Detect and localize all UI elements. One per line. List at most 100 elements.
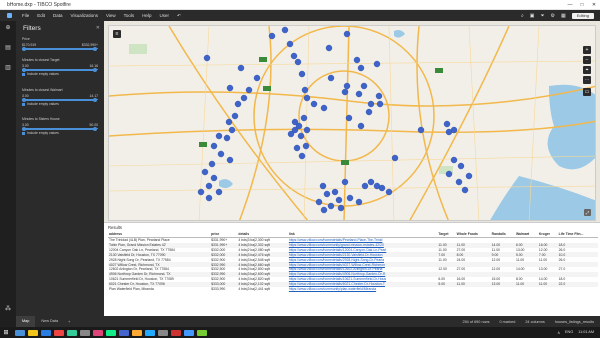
property-point[interactable] <box>215 132 223 140</box>
taskbar-app-icon[interactable] <box>106 329 116 336</box>
property-point[interactable] <box>375 92 383 100</box>
property-point[interactable] <box>355 90 363 98</box>
taskbar-app-icon[interactable] <box>15 329 25 336</box>
add-icon[interactable]: ⊕ <box>4 25 12 31</box>
property-point[interactable] <box>291 126 299 134</box>
property-point[interactable] <box>346 194 354 202</box>
property-point[interactable] <box>301 86 309 94</box>
files-icon[interactable]: ▤ <box>4 45 12 51</box>
property-point[interactable] <box>290 52 298 60</box>
menu-file[interactable]: File <box>22 13 29 18</box>
property-point[interactable] <box>208 160 216 168</box>
maximize-button[interactable]: □ <box>576 2 588 8</box>
data-table-name[interactable]: houses_listings_results <box>555 320 594 324</box>
property-point[interactable] <box>294 58 302 66</box>
property-point[interactable] <box>361 182 369 190</box>
layers-icon[interactable]: ≡ <box>113 30 121 38</box>
property-point[interactable] <box>310 100 318 108</box>
property-point[interactable] <box>335 196 343 204</box>
taskbar-app-icon[interactable] <box>67 329 77 336</box>
property-point[interactable] <box>337 204 345 212</box>
property-point[interactable] <box>237 64 245 72</box>
property-point[interactable] <box>461 186 469 194</box>
tab-map[interactable]: Map <box>16 316 36 327</box>
property-point[interactable] <box>286 40 294 48</box>
property-point[interactable] <box>360 82 368 90</box>
property-point[interactable] <box>341 178 349 186</box>
map-svg[interactable] <box>109 26 596 221</box>
selection-tool-button[interactable]: ▭ <box>583 88 591 96</box>
undo-icon[interactable]: ↶ <box>177 13 181 19</box>
property-point[interactable] <box>228 126 236 134</box>
property-point[interactable] <box>365 108 373 116</box>
range-slider[interactable] <box>22 67 98 72</box>
table-row[interactable]: Plan Waterfield Plan, Miranda $333,990 4 b… <box>108 287 598 292</box>
property-point[interactable] <box>234 100 242 108</box>
user-mode-badge[interactable]: Editing <box>571 12 594 19</box>
map-canvas[interactable]: ≡ + − ⌖ ⋯ ▭ ⤢ <box>108 25 596 221</box>
minimize-button[interactable]: — <box>564 2 576 8</box>
menu-tools[interactable]: Tools <box>124 13 135 18</box>
property-point[interactable] <box>343 82 351 90</box>
taskbar-app-icon[interactable] <box>145 329 155 336</box>
filter-icon[interactable]: ⏷ <box>541 13 545 19</box>
property-point[interactable] <box>281 26 289 34</box>
property-point[interactable] <box>327 202 335 210</box>
range-slider[interactable] <box>22 97 98 102</box>
include-empty-checkbox[interactable]: Include empty values <box>22 131 98 135</box>
range-slider[interactable] <box>22 46 98 51</box>
property-point[interactable] <box>443 120 451 128</box>
property-point[interactable] <box>320 206 328 214</box>
menu-view[interactable]: View <box>106 13 116 18</box>
add-page-button[interactable]: + <box>68 320 70 324</box>
property-point[interactable] <box>367 100 375 108</box>
property-point[interactable] <box>327 74 335 82</box>
property-point[interactable] <box>450 126 458 134</box>
property-point[interactable] <box>217 150 225 158</box>
menu-data[interactable]: Data <box>53 13 63 18</box>
taskbar-app-icon[interactable] <box>158 329 168 336</box>
property-point[interactable] <box>205 182 213 190</box>
range-slider[interactable] <box>22 126 98 131</box>
property-point[interactable] <box>298 70 306 78</box>
expand-icon[interactable]: ⤢ <box>584 209 591 216</box>
property-point[interactable] <box>298 152 306 160</box>
menu-visualizations[interactable]: Visualizations <box>71 13 98 18</box>
property-point[interactable] <box>231 112 239 120</box>
app-menu-icon[interactable] <box>7 13 12 18</box>
zoom-out-button[interactable]: − <box>583 56 591 64</box>
taskbar-app-icon[interactable] <box>54 329 64 336</box>
property-point[interactable] <box>253 74 261 82</box>
clock[interactable]: 11:01 AM <box>578 330 594 335</box>
property-point[interactable] <box>325 44 333 52</box>
property-point[interactable] <box>323 190 331 198</box>
property-point[interactable] <box>367 178 375 186</box>
property-point[interactable] <box>385 188 393 196</box>
property-point[interactable] <box>201 168 209 176</box>
bookmark-icon[interactable]: ▣ <box>530 13 535 19</box>
property-point[interactable] <box>455 178 463 186</box>
taskbar-app-icon[interactable] <box>132 329 142 336</box>
property-point[interactable] <box>197 188 205 196</box>
taskbar-app-icon[interactable] <box>28 329 38 336</box>
close-icon[interactable]: ✕ <box>96 25 100 31</box>
property-point[interactable] <box>445 170 453 178</box>
menu-help[interactable]: Help <box>142 13 151 18</box>
search-icon[interactable]: ⌕ <box>521 13 524 19</box>
taskbar-app-icon[interactable] <box>93 329 103 336</box>
property-point[interactable] <box>345 114 353 122</box>
property-point[interactable] <box>226 156 234 164</box>
property-point[interactable] <box>315 198 323 206</box>
settings-icon[interactable]: ⚙ <box>551 13 555 19</box>
property-point[interactable] <box>240 94 248 102</box>
property-point[interactable] <box>355 198 363 206</box>
property-point[interactable] <box>320 104 328 112</box>
taskbar-app-icon[interactable] <box>119 329 129 336</box>
locate-button[interactable]: ⌖ <box>583 66 591 74</box>
property-point[interactable] <box>226 84 234 92</box>
taskbar-app-icon[interactable] <box>171 329 181 336</box>
property-point[interactable] <box>297 132 305 140</box>
property-point[interactable] <box>457 162 465 170</box>
tab-new-data[interactable]: New Data <box>35 316 64 327</box>
property-point[interactable] <box>450 156 458 164</box>
